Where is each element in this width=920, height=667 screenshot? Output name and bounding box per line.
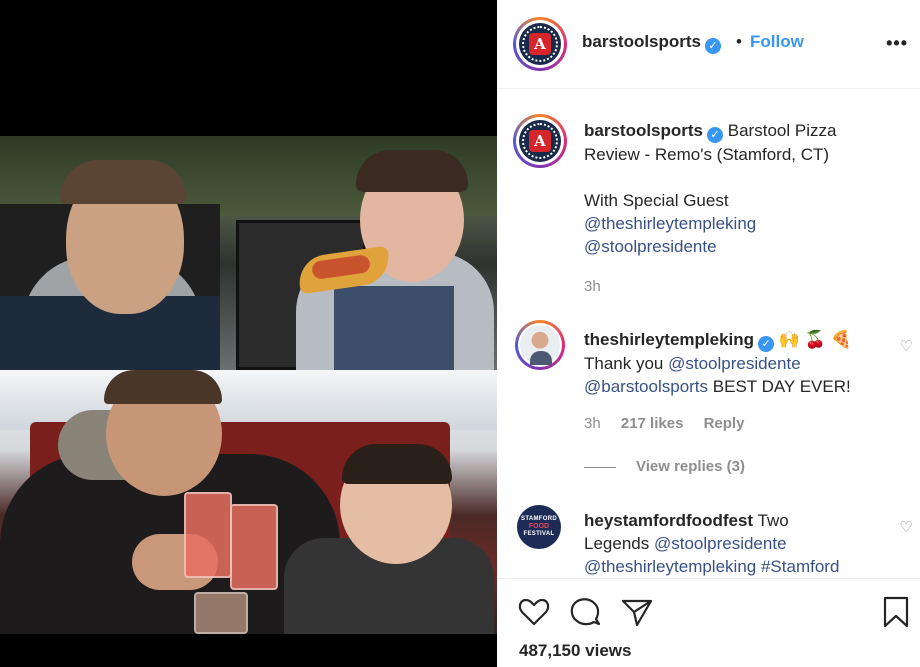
- post-panel: A barstoolsports ✓ • Follow ••• A barstoo…: [497, 0, 920, 667]
- post-header: A barstoolsports ✓ • Follow •••: [497, 0, 920, 89]
- comment-icon[interactable]: [568, 595, 602, 629]
- verified-badge-icon: ✓: [705, 38, 722, 54]
- comment-meta: 3h 217 likes Reply: [584, 415, 760, 432]
- profile-avatar[interactable]: A: [513, 17, 567, 71]
- commenter-avatar[interactable]: [515, 320, 565, 370]
- comment-suffix: BEST DAY EVER!: [712, 377, 851, 396]
- drink-glass: [184, 492, 232, 578]
- drink-glass: [230, 504, 278, 590]
- comment-username[interactable]: heystamfordfoodfest: [584, 511, 753, 530]
- view-replies-button[interactable]: View replies (3): [636, 458, 745, 475]
- verified-badge-icon: ✓: [758, 336, 775, 352]
- comment-prefix: Thank you: [584, 354, 664, 373]
- comment-username[interactable]: theshirleytempleking: [584, 330, 754, 349]
- verified-badge-icon: ✓: [707, 127, 724, 143]
- photo-pizza-tasting: [0, 136, 497, 370]
- avatar-text: FOOD: [528, 523, 550, 530]
- mention-link[interactable]: @stoolpresidente: [668, 354, 801, 373]
- comment-prefix: Two: [757, 511, 789, 530]
- caption-avatar[interactable]: A: [513, 114, 567, 168]
- comment-time[interactable]: 3h: [584, 415, 601, 432]
- comment-like-heart-icon[interactable]: ♡: [898, 520, 914, 536]
- share-icon[interactable]: [620, 595, 654, 629]
- drink-glass: [194, 592, 248, 634]
- kid-vest: [334, 286, 454, 370]
- hashtag-link[interactable]: #Stamford: [761, 557, 839, 576]
- more-options-icon[interactable]: •••: [886, 33, 908, 54]
- reply-button[interactable]: Reply: [704, 415, 745, 432]
- man-hair: [60, 160, 186, 204]
- mention-link[interactable]: @barstoolsports: [584, 377, 708, 396]
- comment-line2: Legends: [584, 534, 650, 553]
- commenter-avatar[interactable]: STAMFORD FOOD FESTIVAL: [517, 505, 561, 549]
- kid-hair: [342, 444, 452, 484]
- avatar-text: FESTIVAL: [523, 531, 555, 537]
- comment-like-heart-icon[interactable]: ♡: [898, 339, 914, 355]
- action-bar: 487,150 views: [497, 578, 920, 667]
- post-media[interactable]: [0, 0, 497, 667]
- caption-line2: Review - Remo's (Stamford, CT): [584, 145, 830, 164]
- mention-link[interactable]: @stoolpresidente: [584, 237, 717, 256]
- caption-text: barstoolsports ✓ Barstool Pizza Review - …: [584, 119, 884, 258]
- comment-emojis: 🙌 🍒 🍕: [778, 330, 852, 349]
- comment-text: heystamfordfoodfest Two Legends @stoolpr…: [584, 509, 904, 578]
- caption-line1: Barstool Pizza: [727, 121, 837, 140]
- caption-line3: With Special Guest: [584, 191, 729, 210]
- caption-time[interactable]: 3h: [584, 278, 601, 295]
- header-username[interactable]: barstoolsports ✓: [582, 32, 722, 54]
- man-hair: [104, 370, 222, 404]
- photo-toast: [0, 370, 497, 634]
- comments-list[interactable]: A barstoolsports ✓ Barstool Pizza Review …: [497, 90, 920, 578]
- bookmark-icon[interactable]: [879, 595, 913, 629]
- mention-link[interactable]: @theshirleytempleking: [584, 214, 756, 233]
- caption-meta: 3h: [584, 278, 617, 295]
- caption-username[interactable]: barstoolsports: [584, 121, 703, 140]
- comment-text: theshirleytempleking ✓ 🙌 🍒 🍕 Thank you @s…: [584, 328, 894, 398]
- avatar-text: STAMFORD: [521, 516, 557, 522]
- view-count[interactable]: 487,150 views: [519, 641, 631, 661]
- follow-button[interactable]: Follow: [750, 32, 804, 52]
- separator-dot: •: [736, 32, 742, 51]
- mention-link[interactable]: @theshirleytempleking: [584, 557, 756, 576]
- replies-divider: [584, 467, 616, 468]
- username-link[interactable]: barstoolsports: [582, 32, 701, 51]
- mention-link[interactable]: @stoolpresidente: [654, 534, 787, 553]
- comment-likes[interactable]: 217 likes: [621, 415, 684, 432]
- kid-hair: [356, 150, 468, 192]
- heart-icon[interactable]: [517, 595, 551, 629]
